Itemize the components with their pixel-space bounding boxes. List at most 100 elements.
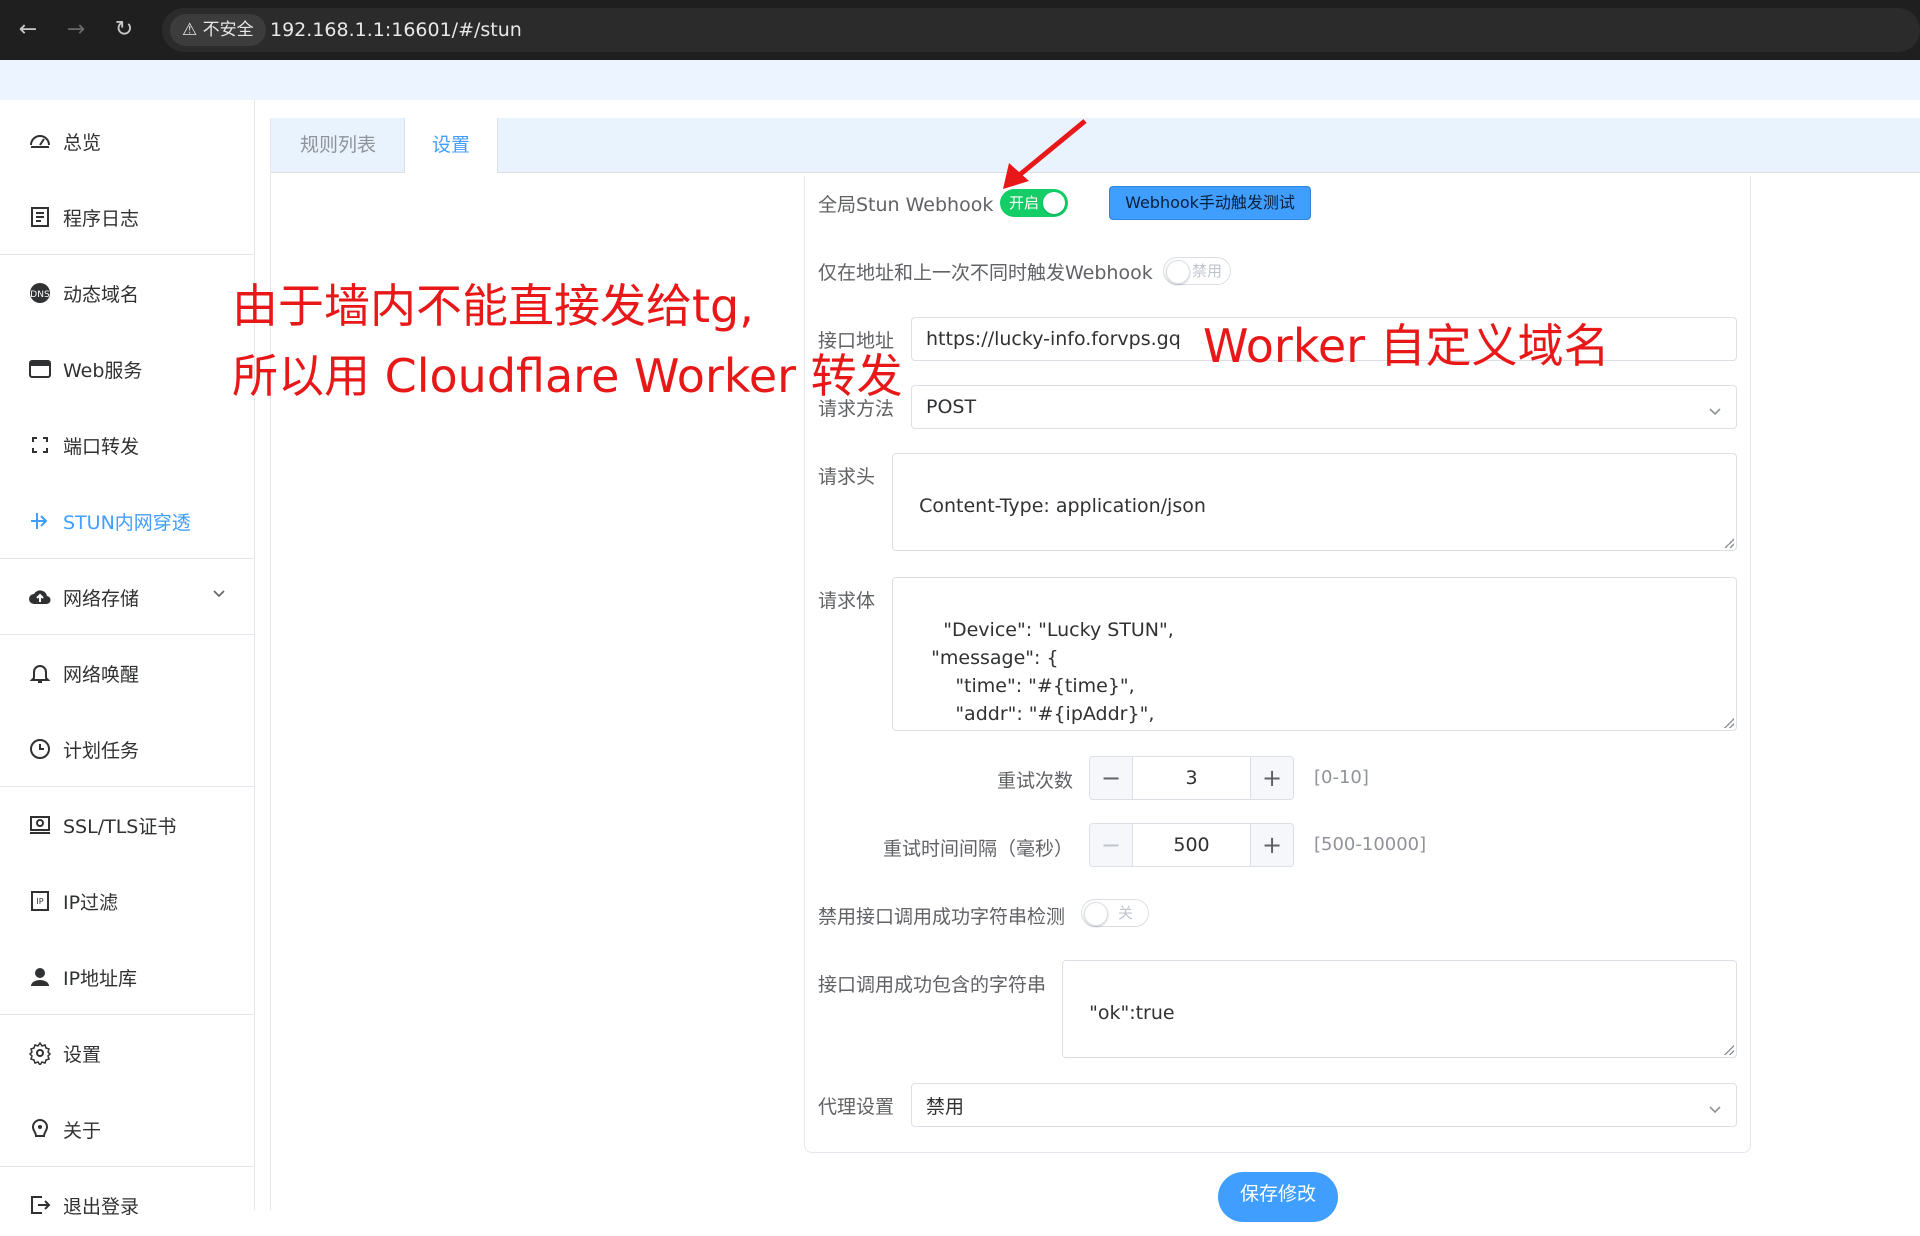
retry-interval-value[interactable]: 500	[1133, 824, 1250, 866]
disable-check-switch[interactable]: 关	[1081, 899, 1149, 927]
sidebar-item-logout[interactable]: 退出登录	[0, 1174, 254, 1236]
tab-settings[interactable]: 设置	[404, 118, 498, 173]
ip-database-icon	[27, 964, 53, 990]
sidebar-item-label: 动态域名	[63, 283, 140, 306]
sidebar-item-ip-filter[interactable]: IP IP过滤	[0, 870, 254, 932]
sidebar-item-label: 端口转发	[63, 435, 140, 458]
web-icon	[27, 356, 53, 382]
warning-icon: ⚠	[182, 20, 198, 40]
divider	[0, 1166, 254, 1167]
dns-icon: DNS	[27, 280, 53, 306]
increment-button[interactable]: +	[1250, 757, 1293, 799]
sidebar-item-about[interactable]: 关于	[0, 1098, 254, 1160]
method-select[interactable]: POST	[911, 385, 1737, 429]
dashboard-icon	[27, 128, 53, 154]
body-textarea[interactable]: "Device": "Lucky STUN", "message": { "ti…	[892, 577, 1737, 731]
switch-knob	[1166, 260, 1190, 284]
resize-handle[interactable]	[1724, 538, 1734, 548]
forward-icon[interactable]: →	[60, 14, 92, 46]
tab-rule-list[interactable]: 规则列表	[272, 118, 404, 173]
logout-icon	[27, 1192, 53, 1218]
about-icon	[27, 1116, 53, 1142]
sidebar-item-web[interactable]: Web服务	[0, 338, 254, 400]
sidebar: 总览 程序日志 DNS 动态域名 Web服务 端口转发 STUN内网穿透 网络存…	[0, 100, 255, 1218]
disable-check-label: 禁用接口调用成功字符串检测	[818, 906, 1066, 928]
retry-count-stepper[interactable]: − 3 +	[1089, 756, 1294, 800]
success-string-textarea[interactable]: "ok":true	[1062, 960, 1737, 1058]
sidebar-item-label: 设置	[63, 1043, 102, 1066]
annotation-line1: 由于墙内不能直接发给tg,	[232, 279, 754, 333]
url-text[interactable]: 192.168.1.1:16601/#/stun	[270, 14, 522, 46]
sidebar-item-stun[interactable]: STUN内网穿透	[0, 490, 254, 552]
headers-value: Content-Type: application/json	[919, 495, 1206, 517]
sidebar-item-label: 总览	[63, 131, 102, 154]
sidebar-item-overview[interactable]: 总览	[0, 110, 254, 172]
divider	[0, 558, 254, 559]
bell-icon	[27, 660, 53, 686]
decrement-button[interactable]: −	[1090, 757, 1133, 799]
switch-knob	[1084, 902, 1108, 926]
sidebar-item-logs[interactable]: 程序日志	[0, 186, 254, 248]
sidebar-item-ssl[interactable]: SSL/TLS证书	[0, 794, 254, 856]
retry-interval-range: [500-10000]	[1314, 834, 1427, 855]
cloud-storage-icon	[27, 584, 53, 610]
tab-bar	[271, 118, 1920, 173]
retry-count-value[interactable]: 3	[1133, 757, 1250, 799]
save-button[interactable]: 保存修改	[1218, 1172, 1338, 1222]
sidebar-item-label: 网络存储	[63, 587, 140, 610]
retry-count-range: [0-10]	[1314, 767, 1369, 788]
sidebar-item-label: Web服务	[63, 359, 143, 382]
svg-text:IP: IP	[36, 897, 43, 906]
sidebar-item-label: 退出登录	[63, 1195, 140, 1218]
sidebar-item-settings[interactable]: 设置	[0, 1022, 254, 1084]
sidebar-item-port-forward[interactable]: 端口转发	[0, 414, 254, 476]
only-on-change-label: 仅在地址和上一次不同时触发Webhook	[818, 262, 1153, 284]
increment-button[interactable]: +	[1250, 824, 1293, 866]
port-forward-icon	[27, 432, 53, 458]
body-label: 请求体	[818, 590, 876, 612]
proxy-label: 代理设置	[818, 1096, 895, 1118]
sidebar-item-label: IP地址库	[63, 967, 138, 990]
switch-text: 关	[1118, 904, 1134, 922]
sidebar-item-label: IP过滤	[63, 891, 119, 914]
headers-textarea[interactable]: Content-Type: application/json	[892, 453, 1737, 551]
divider	[0, 254, 254, 255]
sidebar-item-wol[interactable]: 网络唤醒	[0, 642, 254, 704]
success-string-label: 接口调用成功包含的字符串	[818, 974, 1047, 996]
proxy-select[interactable]: 禁用	[911, 1083, 1737, 1127]
sidebar-item-ddns[interactable]: DNS 动态域名	[0, 262, 254, 324]
security-label: 不安全	[202, 20, 254, 40]
retry-interval-stepper[interactable]: − 500 +	[1089, 823, 1294, 867]
resize-handle[interactable]	[1724, 1045, 1734, 1055]
decrement-button[interactable]: −	[1090, 824, 1133, 866]
clock-icon	[27, 736, 53, 762]
sidebar-item-ip-db[interactable]: IP地址库	[0, 946, 254, 1008]
back-icon[interactable]: ←	[12, 14, 44, 46]
sidebar-item-label: 关于	[63, 1119, 102, 1142]
divider	[0, 786, 254, 787]
certificate-icon	[27, 812, 53, 838]
reload-icon[interactable]: ↻	[108, 14, 140, 46]
retry-interval-label: 重试时间间隔（毫秒）	[883, 838, 1074, 860]
svg-text:DNS: DNS	[30, 290, 50, 300]
sidebar-item-label: 计划任务	[63, 739, 140, 762]
annotation-line2: 所以用 Cloudflare Worker 转发	[232, 349, 903, 403]
resize-handle[interactable]	[1724, 718, 1734, 728]
chevron-down-icon	[1708, 1099, 1722, 1121]
success-string-value: "ok":true	[1089, 1002, 1175, 1024]
security-chip[interactable]: ⚠ 不安全	[170, 14, 266, 46]
global-webhook-label: 全局Stun Webhook	[818, 194, 994, 216]
ip-filter-icon: IP	[27, 888, 53, 914]
chevron-down-icon[interactable]	[212, 585, 226, 604]
annotation-worker-domain: Worker 自定义域名	[1203, 319, 1610, 373]
sidebar-item-label: STUN内网穿透	[63, 511, 191, 534]
api-url-value: https://lucky-info.forvps.gq	[926, 328, 1181, 350]
sidebar-item-tasks[interactable]: 计划任务	[0, 718, 254, 780]
switch-knob	[1043, 192, 1065, 214]
only-on-change-switch[interactable]: 禁用	[1163, 257, 1231, 285]
sidebar-item-label: 程序日志	[63, 207, 140, 230]
annotation-arrow-icon	[1003, 119, 1087, 189]
webhook-test-button[interactable]: Webhook手动触发测试	[1109, 186, 1311, 220]
body-value: "Device": "Lucky STUN", "message": { "ti…	[931, 619, 1174, 725]
sidebar-item-storage[interactable]: 网络存储	[0, 566, 254, 628]
